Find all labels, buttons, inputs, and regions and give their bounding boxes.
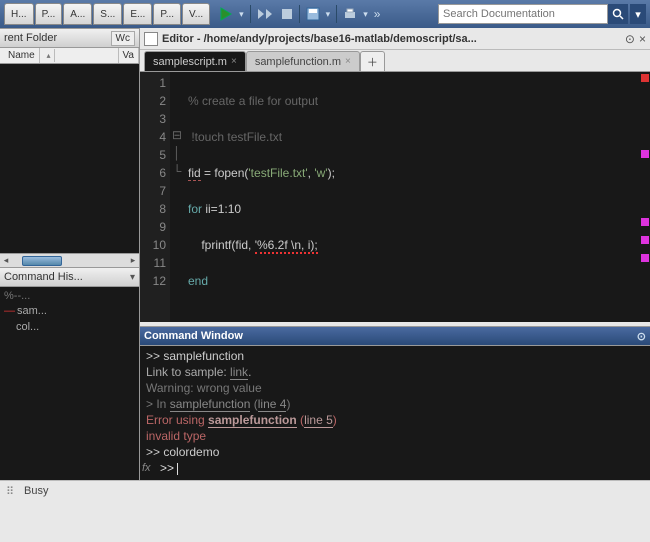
editor-title: Editor - /home/andy/projects/base16-matl… (162, 33, 477, 45)
ribbon-toolbar: H... P... A... S... E... P... V... ▾ ▾ ▾… (0, 0, 650, 28)
command-history-list[interactable]: %--... —sam... col... (0, 287, 139, 480)
quick-access-toolbar: ▾ ▾ ▾ » (219, 5, 380, 23)
col-value[interactable]: Va (119, 48, 140, 63)
tab-samplefunction[interactable]: samplefunction.m× (246, 51, 360, 71)
close-icon[interactable]: × (231, 56, 237, 67)
current-folder-title: rent Folder Wc (0, 28, 139, 48)
ribbon-tab-1[interactable]: P... (35, 3, 63, 25)
run-icon[interactable] (219, 7, 233, 21)
overflow-icon[interactable]: » (374, 7, 381, 21)
close-icon[interactable]: × (345, 56, 351, 67)
new-tab-button[interactable]: ＋ (360, 51, 385, 71)
tab-samplescript[interactable]: samplescript.m× (144, 51, 246, 71)
ribbon-tab-6[interactable]: V... (182, 3, 210, 25)
code-editor[interactable]: 123456789101112 ⊟│└ % create a file for … (140, 72, 650, 322)
folder-tab-btn[interactable]: Wc (111, 31, 135, 46)
save-icon[interactable] (306, 7, 320, 21)
chevron-down-icon[interactable]: ▾ (363, 9, 368, 20)
file-tabs: samplescript.m× samplefunction.m× ＋ (140, 50, 650, 72)
chevron-down-icon[interactable]: ▾ (130, 272, 135, 283)
ribbon-tab-5[interactable]: P... (153, 3, 181, 25)
chevron-down-icon[interactable]: ▾ (239, 9, 244, 20)
ribbon-tab-2[interactable]: A... (63, 3, 92, 25)
ribbon-tab-4[interactable]: E... (123, 3, 152, 25)
fold-column[interactable]: ⊟│└ (170, 72, 184, 322)
col-name[interactable]: Name ▴ (0, 48, 119, 63)
panel-menu-icon[interactable]: ⊙ (637, 330, 646, 343)
step-icon[interactable] (257, 8, 275, 20)
list-item[interactable]: col... (4, 320, 135, 335)
folder-hscroll[interactable]: ◂▸ (0, 253, 139, 267)
search-button[interactable] (608, 4, 628, 24)
print-icon[interactable] (343, 7, 357, 21)
editor-titlebar: Editor - /home/andy/projects/base16-matl… (140, 28, 650, 50)
stop-icon[interactable] (281, 8, 293, 20)
ribbon-tab-3[interactable]: S... (93, 3, 122, 25)
code-markers[interactable] (638, 72, 650, 322)
fold-icon[interactable]: ⊟ (170, 126, 184, 144)
list-item[interactable]: %--... (4, 289, 135, 304)
fx-icon[interactable]: fx (142, 460, 151, 476)
command-window[interactable]: >> samplefunction Link to sample: link. … (140, 346, 650, 480)
code-lines[interactable]: % create a file for output !touch testFi… (184, 72, 638, 322)
panel-menu-icon[interactable]: ⊙ (625, 32, 635, 46)
folder-list[interactable] (0, 64, 139, 253)
busy-icon: ⠿ (6, 485, 18, 497)
editor-icon (144, 32, 158, 46)
toolbar-dropdown[interactable]: ▾ (630, 4, 646, 24)
command-history-title: Command His... ▾ (0, 267, 139, 287)
close-icon[interactable]: × (639, 32, 646, 46)
chevron-down-icon[interactable]: ▾ (326, 9, 331, 20)
line-gutter: 123456789101112 (140, 72, 170, 322)
status-text: Busy (24, 485, 48, 497)
search-input[interactable] (438, 4, 608, 24)
list-item[interactable]: —sam... (4, 304, 135, 319)
folder-columns: Name ▴ Va (0, 48, 139, 64)
current-folder-label: rent Folder (4, 32, 57, 44)
ribbon-tab-0[interactable]: H... (4, 3, 34, 25)
